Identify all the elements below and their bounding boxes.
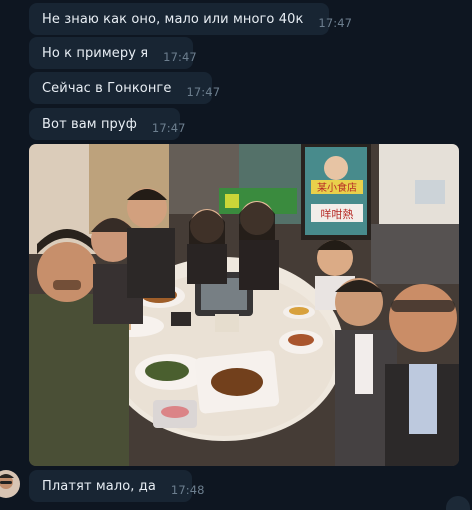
user-avatar-icon xyxy=(0,470,20,498)
message-text: Сейчас в Гонконге xyxy=(42,80,172,96)
message-bubble[interactable]: Не знаю как оно, мало или много 40к 17:4… xyxy=(29,3,352,35)
message-bubble[interactable]: Вот вам пруф 17:47 xyxy=(29,108,185,140)
message-time: 17:47 xyxy=(163,49,197,64)
message-time: 17:48 xyxy=(170,482,205,497)
message-bubble[interactable]: Платят мало, да 17:48 xyxy=(29,470,204,502)
group-photo: 某小食店 咩咁熱 xyxy=(29,144,459,466)
message-text: Платят мало, да xyxy=(42,478,156,494)
message-text: Не знаю как оно, мало или много 40к xyxy=(42,11,304,27)
photo-message[interactable]: 某小食店 咩咁熱 xyxy=(29,144,459,466)
message-text: Но к примеру я xyxy=(42,45,149,61)
scroll-down-button[interactable] xyxy=(446,496,470,510)
message-time: 17:47 xyxy=(186,84,221,99)
chat-history: Не знаю как оно, мало или много 40к 17:4… xyxy=(0,0,472,510)
avatar[interactable] xyxy=(0,470,20,498)
message-text: Вот вам пруф xyxy=(42,116,137,132)
message-time: 17:47 xyxy=(318,15,353,30)
message-time: 17:47 xyxy=(151,120,186,135)
message-bubble[interactable]: Но к примеру я 17:47 xyxy=(29,37,197,69)
message-bubble[interactable]: Сейчас в Гонконге 17:47 xyxy=(29,72,220,104)
